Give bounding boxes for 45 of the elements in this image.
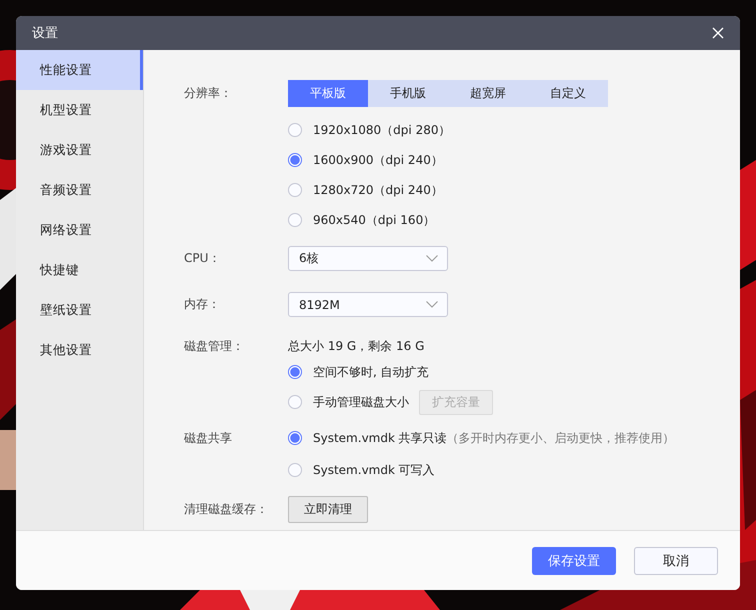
- radio-button[interactable]: [288, 213, 302, 227]
- option-label: 960x540（dpi 160）: [313, 212, 436, 228]
- sidebar-item[interactable]: 音频设置: [16, 170, 143, 210]
- field-label: CPU：: [184, 250, 222, 267]
- caret-icon: [426, 255, 438, 262]
- close-icon[interactable]: [712, 27, 724, 39]
- radio-button[interactable]: [288, 153, 302, 167]
- radio-button[interactable]: [288, 431, 302, 445]
- option-label: 1280x720（dpi 240）: [313, 182, 443, 198]
- option-label: System.vmdk 共享只读: [313, 430, 447, 446]
- sidebar-item[interactable]: 性能设置: [16, 50, 143, 90]
- radio-button[interactable]: [288, 463, 302, 477]
- sidebar-item[interactable]: 网络设置: [16, 210, 143, 250]
- disk-summary: 总大小 19 G，剩余 16 G: [288, 338, 426, 354]
- cpu-dropdown[interactable]: 6核: [288, 246, 448, 271]
- sidebar-item[interactable]: 快捷键: [16, 250, 143, 290]
- cancel-button[interactable]: 取消: [634, 546, 718, 574]
- option-note: （多开时内存更小、启动更快，推荐使用）: [446, 430, 675, 446]
- field-label: 磁盘共享: [184, 430, 233, 446]
- tab[interactable]: 平板版: [288, 80, 368, 107]
- option-label: 1920x1080（dpi 280）: [313, 122, 450, 138]
- option-label: 手动管理磁盘大小: [313, 394, 409, 410]
- clear-cache-button[interactable]: 立即清理: [288, 496, 368, 523]
- caret-icon: [426, 301, 438, 308]
- option-label: 1600x900（dpi 240）: [313, 152, 443, 168]
- field-label: 清理磁盘缓存：: [184, 501, 269, 518]
- field-label: 磁盘管理：: [184, 338, 245, 354]
- field-label: 内存：: [184, 296, 221, 313]
- radio-button[interactable]: [288, 395, 302, 409]
- radio-button[interactable]: [288, 365, 302, 379]
- option-label: System.vmdk 可写入: [313, 462, 435, 478]
- sidebar-item[interactable]: 游戏设置: [16, 130, 143, 170]
- window-title: 设置: [32, 25, 58, 42]
- memory-dropdown[interactable]: 8192M: [288, 292, 448, 317]
- tab[interactable]: 自定义: [528, 80, 608, 107]
- radio-button[interactable]: [288, 183, 302, 197]
- option-label: 空间不够时, 自动扩充: [313, 364, 429, 380]
- field-label: 分辨率：: [184, 85, 233, 102]
- sidebar-item[interactable]: 壁纸设置: [16, 290, 143, 330]
- tab[interactable]: 手机版: [368, 80, 448, 107]
- save-button[interactable]: 保存设置: [532, 546, 616, 574]
- sidebar-item[interactable]: 机型设置: [16, 90, 143, 130]
- sidebar-item[interactable]: 其他设置: [16, 330, 143, 370]
- tab[interactable]: 超宽屏: [448, 80, 528, 107]
- radio-button[interactable]: [288, 123, 302, 137]
